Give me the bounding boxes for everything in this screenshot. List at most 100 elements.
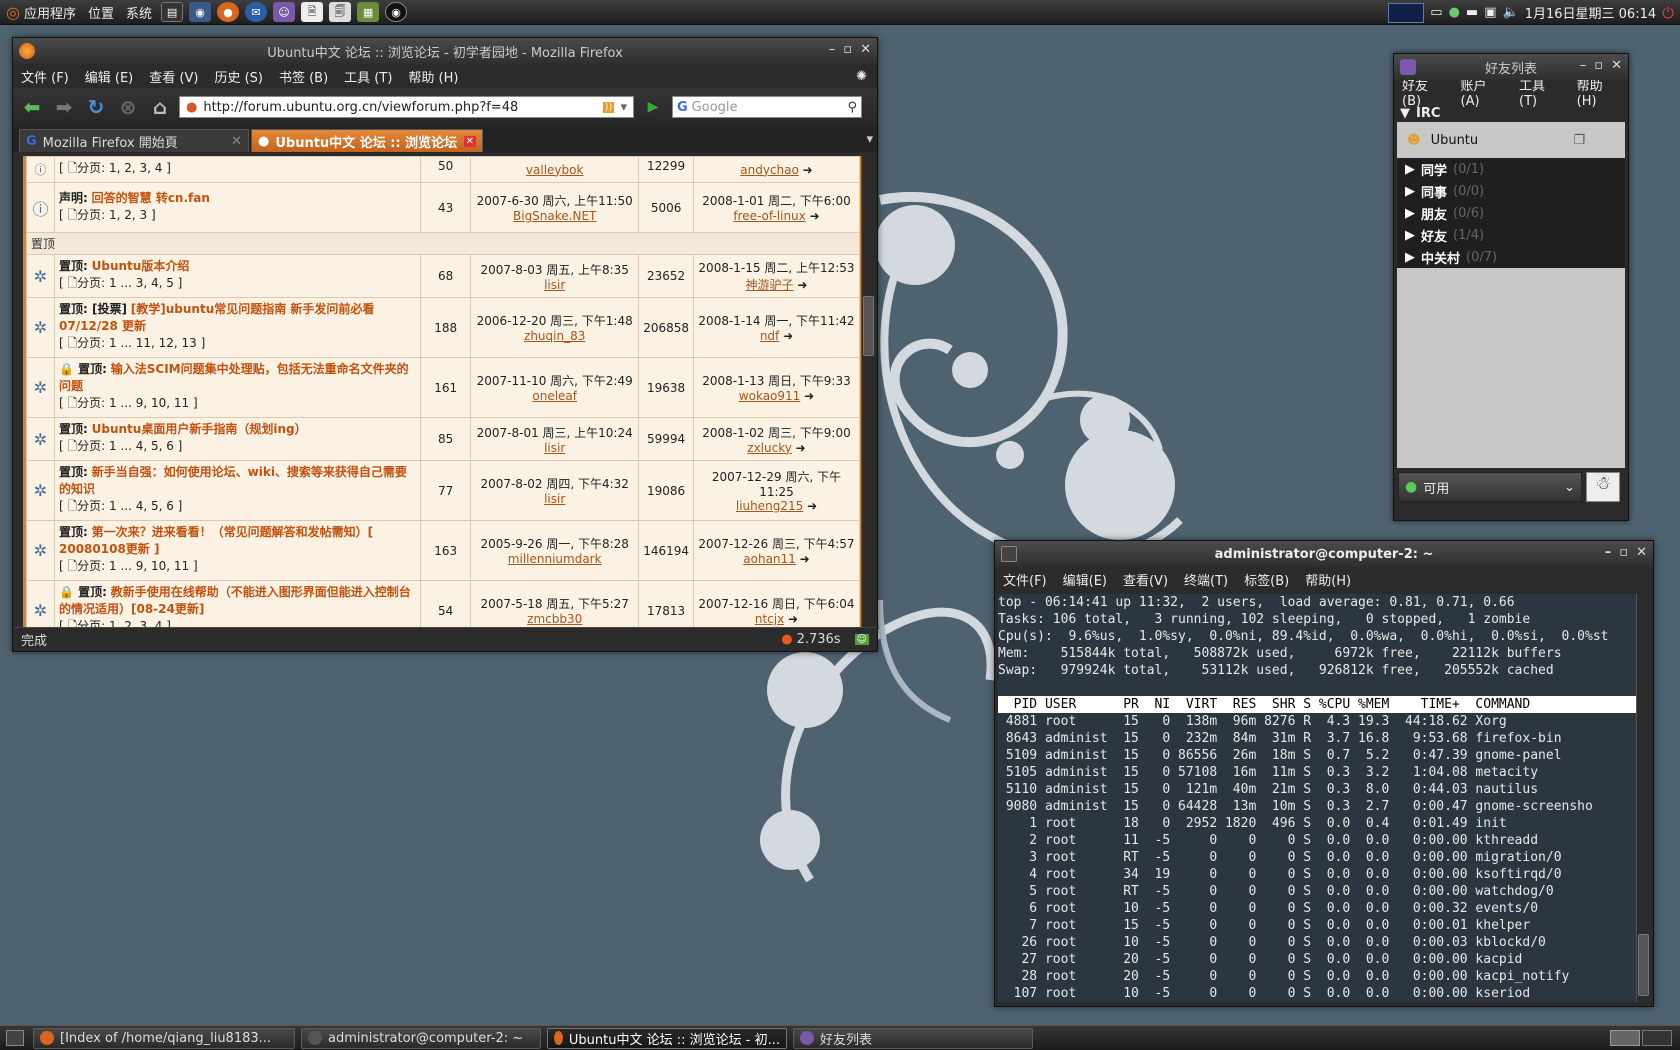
topic-title[interactable]: 回答的智慧 转cn.fan bbox=[92, 191, 210, 205]
close-button[interactable]: ✕ bbox=[1611, 58, 1622, 73]
last-post-author[interactable]: zxlucky bbox=[747, 441, 792, 455]
workspace-2[interactable] bbox=[1642, 1030, 1672, 1046]
forward-button[interactable]: ➡ bbox=[51, 94, 77, 120]
topic-author[interactable]: lisir bbox=[544, 278, 565, 292]
menu-file[interactable]: 文件(F) bbox=[995, 570, 1055, 589]
topic-author[interactable]: millenniumdark bbox=[508, 552, 602, 566]
menu-accounts[interactable]: 账户(A) bbox=[1453, 75, 1512, 109]
maximize-button[interactable]: ▫ bbox=[1619, 545, 1628, 560]
show-desktop-icon[interactable] bbox=[6, 1030, 24, 1046]
close-button[interactable]: ✕ bbox=[1636, 545, 1647, 560]
drive-icon[interactable]: ▬ bbox=[1466, 5, 1478, 20]
power-icon[interactable]: ⏻ bbox=[1662, 4, 1674, 22]
minimize-button[interactable]: – bbox=[829, 42, 836, 57]
taskbar-button[interactable]: administrator@computer-2: ~ bbox=[301, 1027, 541, 1049]
menu-view[interactable]: 查看(V) bbox=[1115, 570, 1176, 589]
menu-edit[interactable]: 编辑(E) bbox=[1055, 570, 1115, 589]
status-selector[interactable]: ● 可用 ⌄ bbox=[1398, 472, 1582, 502]
last-post-author[interactable]: wokao911 bbox=[739, 389, 801, 403]
tab-close-icon[interactable]: ✕ bbox=[231, 134, 242, 149]
tab-close-icon[interactable]: ✕ bbox=[463, 135, 476, 147]
terminal-scrollbar[interactable] bbox=[1636, 594, 1650, 1002]
last-post-author[interactable]: liuheng215 bbox=[736, 499, 803, 513]
topic-title[interactable]: Ubuntu桌面用户新手指南（规划ing） bbox=[92, 422, 307, 436]
volume-icon[interactable]: 🔈 bbox=[1503, 5, 1519, 20]
goto-last-post-icon[interactable]: ➜ bbox=[796, 441, 806, 455]
reload-button[interactable]: ↻ bbox=[83, 94, 109, 120]
window-list-icon[interactable]: ▣ bbox=[1484, 5, 1496, 20]
menu-bookmarks[interactable]: 书签 (B) bbox=[271, 67, 336, 86]
menu-help[interactable]: 帮助(H) bbox=[1297, 570, 1359, 589]
menu-tools[interactable]: 工具 (T) bbox=[336, 67, 400, 86]
thunderbird-launcher-icon[interactable]: ✉ bbox=[245, 2, 268, 22]
menu-tabs[interactable]: 标签(B) bbox=[1236, 570, 1297, 589]
buddy-group[interactable]: ▶ 同事 (0/0) bbox=[1397, 180, 1625, 202]
workspace-switcher[interactable] bbox=[1610, 1030, 1672, 1046]
document-launcher-icon[interactable]: 🗐 bbox=[329, 2, 352, 22]
taskbar-button[interactable]: Ubuntu中文 论坛 :: 浏览论坛 - 初... bbox=[547, 1027, 787, 1049]
go-button[interactable]: ▶ bbox=[640, 94, 666, 120]
topic-title[interactable]: 输入法SCIM问题集中处理贴，包括无法重命名文件夹的问题 bbox=[59, 362, 409, 393]
buddy-list-titlebar[interactable]: 好友列表 – ▫ ✕ bbox=[1394, 54, 1628, 80]
last-post-author[interactable]: andychao bbox=[740, 163, 799, 177]
topic-author[interactable]: zhuqin_83 bbox=[524, 329, 585, 343]
goto-last-post-icon[interactable]: ➜ bbox=[783, 329, 793, 343]
maximize-button[interactable]: ▫ bbox=[843, 42, 852, 57]
terminal-titlebar[interactable]: administrator@computer-2: ~ – ▫ ✕ bbox=[995, 541, 1653, 567]
pidgin-launcher-icon[interactable]: ☺ bbox=[273, 2, 296, 22]
workspace-icon[interactable]: ▭ bbox=[1430, 5, 1442, 20]
search-box[interactable]: G Google ⚲ bbox=[672, 96, 862, 118]
topic-title[interactable]: 教新手使用在线帮助（不能进入图形界面但能进入控制台的情况适用）[08-24更新] bbox=[59, 585, 411, 616]
addon-status-icon[interactable]: ☺ bbox=[854, 634, 869, 645]
menu-buddies[interactable]: 好友(B) bbox=[1394, 75, 1453, 109]
camera-launcher-icon[interactable]: ◉ bbox=[385, 2, 408, 22]
scrollbar-thumb[interactable] bbox=[863, 296, 874, 356]
menu-history[interactable]: 历史 (S) bbox=[206, 67, 271, 86]
applications-menu[interactable]: ◎ 应用程序 bbox=[0, 0, 82, 25]
topic-pages[interactable]: [ 🗋分页: 1 ... 4, 5, 6 ] bbox=[59, 439, 182, 453]
menu-tools[interactable]: 工具(T) bbox=[1511, 75, 1569, 109]
clock[interactable]: 1月16日星期三 06:14 bbox=[1525, 3, 1656, 22]
buddy-icon-avatar[interactable]: ☃ bbox=[1586, 472, 1620, 502]
buddy-group[interactable]: ▶ 同学 (0/1) bbox=[1397, 158, 1625, 180]
topic-pages[interactable]: [ 🗋分页: 1 ... 4, 5, 6 ] bbox=[59, 499, 182, 513]
page-scrollbar[interactable] bbox=[861, 156, 875, 628]
taskbar-button[interactable]: 好友列表 bbox=[793, 1027, 1033, 1049]
network-status-icon[interactable]: ● bbox=[1449, 5, 1460, 20]
topic-pages[interactable]: [ 🗋分页: 1, 2, 3, 4 ] bbox=[59, 161, 171, 175]
tab-list-icon[interactable]: ▾ bbox=[866, 132, 873, 147]
minimize-button[interactable]: – bbox=[1580, 58, 1587, 73]
network-launcher-icon[interactable]: ◉ bbox=[189, 2, 212, 22]
menu-edit[interactable]: 编辑 (E) bbox=[77, 67, 142, 86]
last-post-author[interactable]: free-of-linux bbox=[733, 209, 805, 223]
menu-file[interactable]: 文件 (F) bbox=[13, 67, 77, 86]
places-menu[interactable]: 位置 bbox=[82, 0, 120, 25]
url-dropdown-icon[interactable]: ▾ bbox=[620, 100, 627, 115]
minimize-button[interactable]: – bbox=[1605, 545, 1612, 560]
text-editor-launcher-icon[interactable]: 🗎 bbox=[301, 2, 324, 22]
close-button[interactable]: ✕ bbox=[860, 42, 871, 57]
system-menu[interactable]: 系统 bbox=[120, 0, 158, 25]
google-engine-icon[interactable]: G bbox=[677, 100, 688, 115]
topic-pages[interactable]: [ 🗋分页: 1, 2, 3 ] bbox=[59, 208, 156, 222]
topic-pages[interactable]: [ 🗋分页: 1 ... 3, 4, 5 ] bbox=[59, 276, 182, 290]
scrollbar-thumb[interactable] bbox=[1638, 934, 1649, 996]
topic-title[interactable]: 第一次来？进来看看！（常见问题解答和发帖需知）[ 20080108更新 ] bbox=[59, 525, 373, 556]
cpu-monitor-icon[interactable] bbox=[1388, 2, 1425, 23]
buddy-group[interactable]: ▶ 中关村 (0/7) bbox=[1397, 246, 1625, 268]
maximize-button[interactable]: ▫ bbox=[1594, 58, 1603, 73]
topic-pages[interactable]: [ 🗋分页: 1 ... 11, 12, 13 ] bbox=[59, 336, 205, 350]
firefox-launcher-icon[interactable]: ● bbox=[217, 2, 240, 22]
stop-button[interactable]: ⊗ bbox=[115, 94, 141, 120]
topic-author[interactable]: lisir bbox=[544, 492, 565, 506]
terminal-launcher-icon[interactable]: ▤ bbox=[161, 2, 184, 22]
goto-last-post-icon[interactable]: ➜ bbox=[788, 612, 798, 626]
goto-last-post-icon[interactable]: ➜ bbox=[804, 389, 814, 403]
topic-author[interactable]: zmcbb30 bbox=[527, 612, 582, 626]
topic-author[interactable]: lisir bbox=[544, 441, 565, 455]
buddy-group[interactable]: ▶ 好友 (1/4) bbox=[1397, 224, 1625, 246]
last-post-author[interactable]: 神游驴子 bbox=[746, 278, 794, 292]
topic-title[interactable]: 新手当自强：如何使用论坛、wiki、搜索等来获得自己需要的知识 bbox=[59, 465, 407, 496]
home-button[interactable]: ⌂ bbox=[147, 94, 173, 120]
topic-author[interactable]: BigSnake.NET bbox=[513, 209, 596, 223]
